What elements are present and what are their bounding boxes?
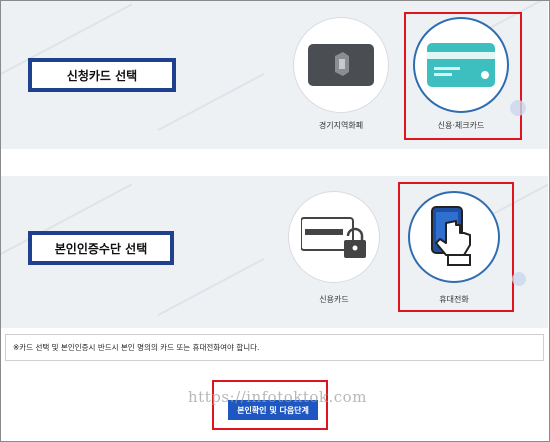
decor-dot bbox=[510, 100, 526, 116]
auth-select-title-text: 본인인증수단 선택 bbox=[54, 241, 148, 256]
notice-box: ※카드 선택 및 본인인증시 반드시 본인 명의의 카드 또는 휴대전화여야 합… bbox=[5, 334, 544, 361]
auth-option-credit-card-caption: 신용카드 bbox=[319, 295, 349, 304]
watermark: https://infotoktok.com bbox=[188, 388, 367, 406]
gyeonggi-local-currency-card-icon bbox=[308, 44, 374, 86]
notice-text: ※카드 선택 및 본인인증시 반드시 본인 명의의 카드 또는 휴대전화여야 합… bbox=[13, 343, 260, 352]
selection-highlight-auth bbox=[398, 182, 514, 312]
decor-dot bbox=[512, 272, 526, 286]
card-select-title: 신청카드 선택 bbox=[28, 58, 176, 92]
selection-highlight-card bbox=[404, 12, 522, 140]
auth-select-title: 본인인증수단 선택 bbox=[28, 231, 174, 265]
auth-option-credit-card[interactable] bbox=[288, 191, 380, 283]
card-option-gyeonggi[interactable] bbox=[293, 17, 389, 113]
card-select-title-text: 신청카드 선택 bbox=[66, 68, 138, 83]
card-option-gyeonggi-caption: 경기지역화폐 bbox=[318, 121, 364, 130]
credit-card-lock-icon bbox=[301, 217, 366, 258]
